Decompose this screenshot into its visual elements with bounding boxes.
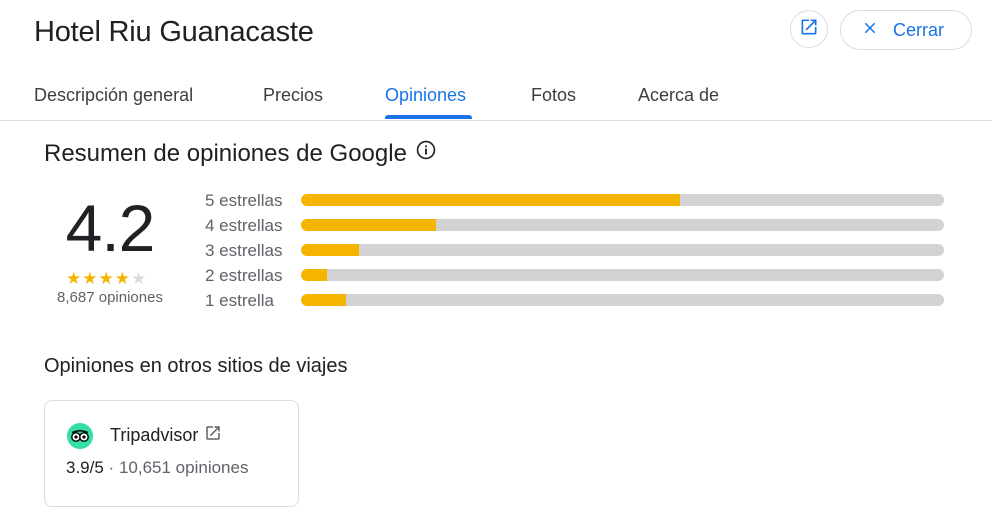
- open-in-new-icon: [799, 17, 819, 42]
- close-label: Cerrar: [893, 19, 945, 40]
- open-in-new-button[interactable]: [790, 10, 828, 48]
- tripadvisor-card[interactable]: Tripadvisor 3.9/5 · 10,651 opiniones: [44, 400, 299, 507]
- star-filled-icon: ★: [114, 269, 130, 288]
- tab-opiniones[interactable]: Opiniones: [385, 85, 466, 106]
- rating-bar-1[interactable]: [301, 294, 944, 306]
- rating-bar-fill: [301, 294, 346, 306]
- rating-bar-3[interactable]: [301, 244, 944, 256]
- star-filled-icon: ★: [98, 269, 114, 288]
- reviews-summary-title: Resumen de opiniones de Google: [44, 139, 407, 167]
- rating-bar-2[interactable]: [301, 269, 944, 281]
- rating-row-label-4: 4 estrellas: [205, 216, 283, 235]
- rating-bar-fill: [301, 194, 681, 206]
- site-name: Tripadvisor: [110, 425, 199, 445]
- rating-row-label-2: 2 estrellas: [205, 266, 283, 285]
- site-rating: 3.9/5: [66, 458, 104, 477]
- tab-precios[interactable]: Precios: [263, 85, 323, 106]
- review-count: 8,687 opiniones: [57, 289, 163, 306]
- star-empty-icon: ★: [131, 269, 147, 288]
- rating-bar-4[interactable]: [301, 219, 944, 231]
- tripadvisor-rating-line: 3.9/5 · 10,651 opiniones: [66, 458, 248, 478]
- star-filled-icon: ★: [82, 269, 98, 288]
- active-tab-indicator: [385, 115, 472, 119]
- star-filled-icon: ★: [66, 269, 82, 288]
- average-rating: 4.2: [65, 191, 156, 265]
- rating-bar-5[interactable]: [301, 194, 944, 206]
- open-in-new-icon: [204, 424, 222, 447]
- tripadvisor-owl-icon: [67, 423, 93, 449]
- close-button[interactable]: Cerrar: [840, 10, 972, 50]
- rating-row-label-1: 1 estrella: [205, 291, 274, 310]
- hotel-title: Hotel Riu Guanacaste: [34, 16, 314, 48]
- tab-descripcion-general[interactable]: Descripción general: [34, 85, 193, 106]
- rating-row-label-3: 3 estrellas: [205, 241, 283, 260]
- tab-bar: Descripción general Precios Opiniones Fo…: [0, 70, 992, 121]
- tab-fotos[interactable]: Fotos: [531, 85, 576, 106]
- info-icon[interactable]: [415, 139, 437, 168]
- other-sites-heading: Opiniones en otros sitios de viajes: [44, 355, 348, 377]
- site-review-count: 10,651 opiniones: [118, 458, 249, 477]
- tripadvisor-name-link[interactable]: Tripadvisor: [110, 424, 222, 447]
- rating-bar-fill: [301, 219, 437, 231]
- tab-acerca-de[interactable]: Acerca de: [638, 85, 719, 106]
- close-icon: [861, 19, 879, 42]
- rating-bar-fill: [301, 244, 359, 256]
- rating-bar-fill: [301, 269, 327, 281]
- rating-row-label-5: 5 estrellas: [205, 191, 283, 210]
- separator: ·: [108, 458, 115, 477]
- rating-stars: ★ ★ ★ ★ ★: [66, 270, 146, 287]
- reviews-summary-heading: Resumen de opiniones de Google: [44, 139, 437, 168]
